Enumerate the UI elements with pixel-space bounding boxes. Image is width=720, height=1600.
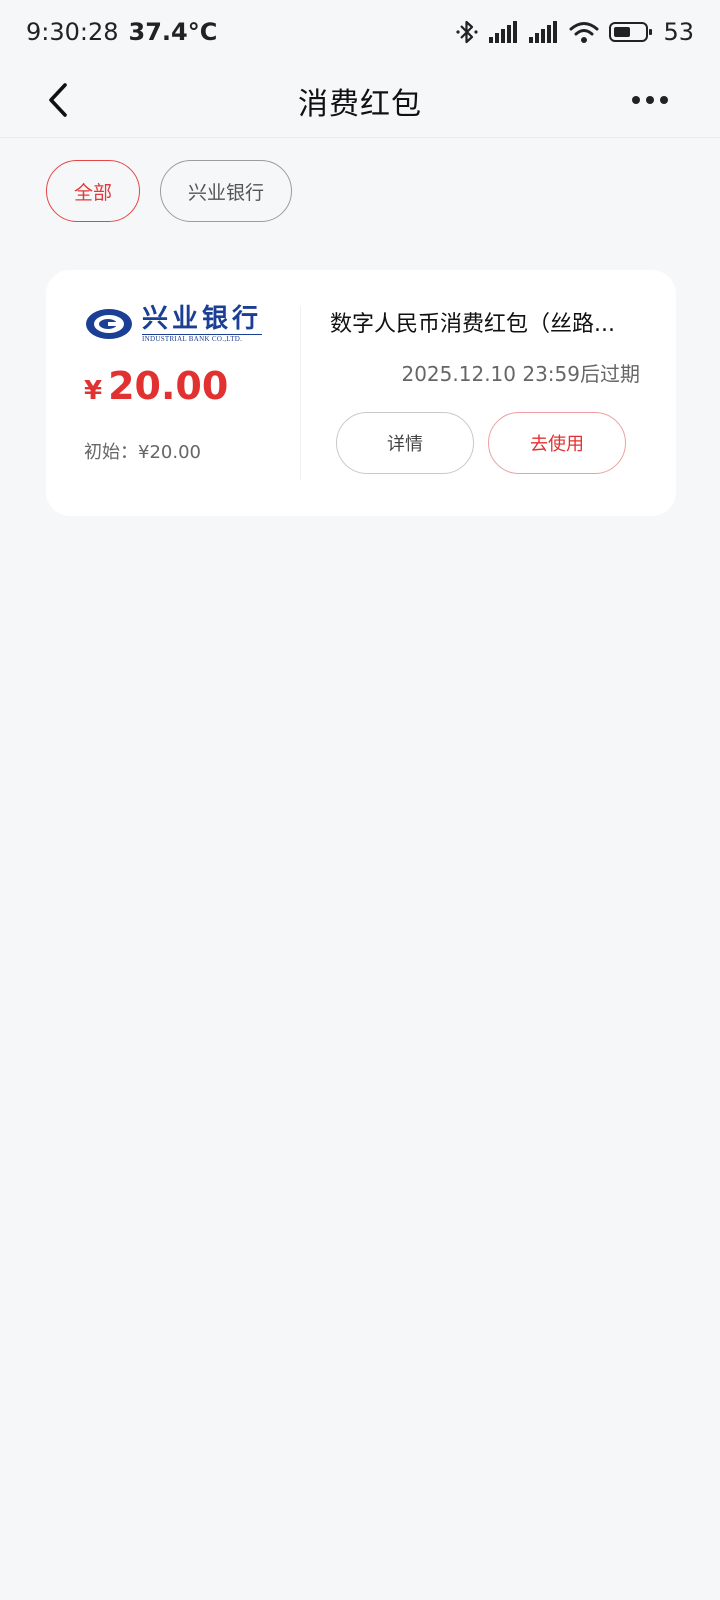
filter-chip-bank[interactable]: 兴业银行 <box>160 160 293 222</box>
more-dots-icon <box>632 96 668 104</box>
bank-logo-text: 兴业银行 INDUSTRIAL BANK CO.,LTD. <box>142 303 263 343</box>
bank-logo-icon <box>86 309 132 339</box>
status-right: 53 <box>455 18 694 46</box>
page-title: 消费红包 <box>298 86 422 122</box>
use-button[interactable]: 去使用 <box>488 412 626 474</box>
coupon-actions: 详情 去使用 <box>336 412 626 474</box>
signal-icon <box>529 21 559 43</box>
signal-icon <box>489 21 519 43</box>
coupon-card[interactable]: 兴业银行 INDUSTRIAL BANK CO.,LTD. ¥ 20.00 初始… <box>46 270 676 516</box>
status-bar: 9:30:28 37.4°C 53 <box>0 0 720 64</box>
bluetooth-icon <box>455 19 479 45</box>
filter-chip-all[interactable]: 全部 <box>46 160 141 222</box>
wifi-icon <box>569 21 599 43</box>
nav-header: 消费红包 <box>0 64 720 138</box>
more-button[interactable] <box>626 78 674 122</box>
bank-logo: 兴业银行 INDUSTRIAL BANK CO.,LTD. <box>84 306 304 342</box>
coupon-title: 数字人民币消费红包（丝路... <box>330 312 615 337</box>
status-temperature: 37.4°C <box>128 18 218 46</box>
bank-logo-name: 兴业银行 <box>142 303 263 334</box>
battery-level: 53 <box>663 18 694 46</box>
card-divider <box>300 306 301 480</box>
battery-icon <box>609 21 653 43</box>
coupon-right: 数字人民币消费红包（丝路... 2025.12.10 23:59后过期 <box>330 306 640 387</box>
coupon-amount: ¥ 20.00 <box>84 364 304 408</box>
bank-logo-name-en: INDUSTRIAL BANK CO.,LTD. <box>142 333 263 343</box>
chevron-left-icon <box>49 83 67 117</box>
back-button[interactable] <box>38 78 78 122</box>
status-left: 9:30:28 37.4°C <box>26 18 217 46</box>
currency-symbol: ¥ <box>84 376 103 406</box>
initial-amount: 初始：¥20.00 <box>84 442 201 463</box>
status-time: 9:30:28 <box>26 18 119 46</box>
amount-value: 20.00 <box>108 364 229 408</box>
detail-button[interactable]: 详情 <box>336 412 474 474</box>
expire-date: 2025.12.10 23:59后过期 <box>401 362 640 386</box>
filter-bar: 全部 兴业银行 <box>46 160 293 222</box>
coupon-left: 兴业银行 INDUSTRIAL BANK CO.,LTD. ¥ 20.00 初始… <box>84 306 304 464</box>
